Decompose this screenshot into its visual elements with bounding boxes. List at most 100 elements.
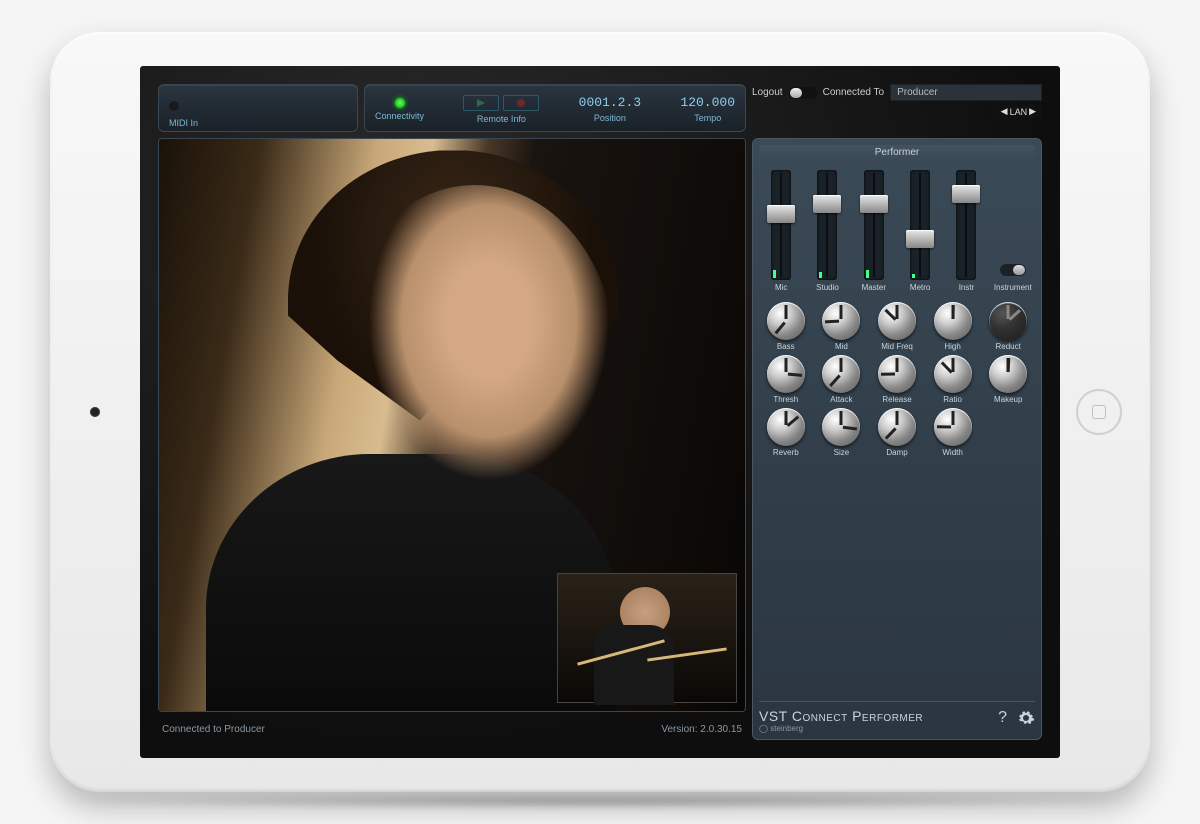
tempo-readout: 120.000 Tempo: [680, 95, 735, 123]
fader-meter: [866, 270, 869, 278]
connected-to-label: Connected To: [823, 87, 885, 98]
instrument-label: Instrument: [994, 283, 1032, 292]
knob-label: Bass: [777, 342, 795, 351]
screen: MIDI In Connectivity Remote Info: [140, 66, 1060, 758]
knob-label: Reduct: [996, 342, 1021, 351]
mixer-panel: Performer MicStudioMasterMetroInstrInstr…: [752, 138, 1042, 740]
knob-label: Mid: [835, 342, 848, 351]
knob[interactable]: [878, 355, 916, 393]
knob-label: Ratio: [943, 395, 962, 404]
instrument-toggle[interactable]: [1000, 264, 1026, 276]
brand-row: VST Connect Performer ◯ steinberg ?: [759, 701, 1035, 733]
knob[interactable]: [822, 408, 860, 446]
knob-size: Size: [815, 408, 869, 457]
connectivity-led: [395, 98, 405, 108]
fader-track[interactable]: [864, 170, 884, 280]
connection-bar: Logout Connected To Producer ◀LAN▶: [752, 84, 1042, 132]
fader-handle[interactable]: [860, 195, 888, 213]
fader-handle[interactable]: [952, 185, 980, 203]
knob-label: Release: [882, 395, 911, 404]
fader-handle[interactable]: [813, 195, 841, 213]
knob-attack: Attack: [815, 355, 869, 404]
knob[interactable]: [767, 355, 805, 393]
knob-reverb: Reverb: [759, 408, 813, 457]
knob[interactable]: [934, 302, 972, 340]
knob-label: Size: [834, 448, 850, 457]
knob-label: Thresh: [773, 395, 798, 404]
logout-toggle[interactable]: [789, 87, 817, 99]
lan-button[interactable]: ◀LAN▶: [995, 105, 1042, 118]
peer-field[interactable]: Producer: [890, 84, 1042, 101]
knob[interactable]: [767, 408, 805, 446]
status-left: Connected to Producer: [162, 724, 265, 735]
fader-label: Studio: [816, 283, 839, 292]
position-label: Position: [594, 113, 626, 123]
knob-label: Reverb: [773, 448, 799, 457]
home-button[interactable]: [1076, 389, 1122, 435]
knob-label: Mid Freq: [881, 342, 913, 351]
knob[interactable]: [878, 408, 916, 446]
local-video-pip[interactable]: [557, 573, 737, 703]
fader-label: Master: [862, 283, 886, 292]
device-frame: MIDI In Connectivity Remote Info: [50, 32, 1150, 792]
settings-button[interactable]: [1017, 709, 1035, 732]
fader-track[interactable]: [771, 170, 791, 280]
topbar: MIDI In Connectivity Remote Info: [158, 84, 746, 132]
knob-mid-freq: Mid Freq: [870, 302, 924, 351]
fader-meter: [773, 270, 776, 278]
play-button[interactable]: [463, 95, 499, 111]
knob[interactable]: [934, 408, 972, 446]
knob-thresh: Thresh: [759, 355, 813, 404]
knob-damp: Damp: [870, 408, 924, 457]
brand-name: ◯ steinberg: [759, 724, 923, 733]
fader-metro: Metro: [900, 170, 940, 292]
knob-ratio: Ratio: [926, 355, 980, 404]
mixer-title: Performer: [759, 145, 1035, 160]
knob-label: Width: [942, 448, 962, 457]
knob-reduct: Reduct: [981, 302, 1035, 351]
knob[interactable]: [934, 355, 972, 393]
connectivity-label: Connectivity: [375, 111, 424, 121]
knob[interactable]: [767, 302, 805, 340]
knob-release: Release: [870, 355, 924, 404]
fader-master: Master: [854, 170, 894, 292]
knob-width: Width: [926, 408, 980, 457]
fader-track[interactable]: [956, 170, 976, 280]
connectivity-indicator: Connectivity: [375, 98, 424, 121]
remote-info-label: Remote Info: [477, 114, 526, 124]
knob[interactable]: [878, 302, 916, 340]
fader-mic: Mic: [761, 170, 801, 292]
status-right: Version: 2.0.30.15: [661, 724, 742, 735]
knob-label: Makeup: [994, 395, 1022, 404]
video-feed[interactable]: [158, 138, 746, 712]
midi-label: MIDI In: [169, 118, 198, 128]
knob[interactable]: [989, 355, 1027, 393]
knob-section: Bass Mid Mid Freq High Reduct Thresh Attack Rel…: [759, 302, 1035, 457]
transport-panel: Connectivity Remote Info 0001.2.3 Positi…: [364, 84, 746, 132]
record-button[interactable]: [503, 95, 539, 111]
logout-label: Logout: [752, 87, 783, 98]
fader-handle[interactable]: [906, 230, 934, 248]
knob-mid: Mid: [815, 302, 869, 351]
fader-track[interactable]: [817, 170, 837, 280]
lan-label: LAN: [1010, 107, 1028, 117]
fader-label: Mic: [775, 283, 787, 292]
fader-meter: [819, 272, 822, 278]
remote-info: Remote Info: [463, 95, 539, 124]
fader-track[interactable]: [910, 170, 930, 280]
knob-label: Damp: [886, 448, 907, 457]
help-button[interactable]: ?: [998, 709, 1007, 732]
knob-makeup: Makeup: [981, 355, 1035, 404]
knob-bass: Bass: [759, 302, 813, 351]
knob[interactable]: [989, 302, 1027, 340]
knob[interactable]: [822, 355, 860, 393]
fader-handle[interactable]: [767, 205, 795, 223]
midi-panel: MIDI In: [158, 84, 358, 132]
app-title: VST Connect Performer: [759, 708, 923, 724]
knob-label: Attack: [830, 395, 852, 404]
knob-high: High: [926, 302, 980, 351]
gear-icon: [1017, 709, 1035, 727]
tempo-value: 120.000: [680, 95, 735, 110]
midi-led: [169, 101, 179, 111]
knob[interactable]: [822, 302, 860, 340]
